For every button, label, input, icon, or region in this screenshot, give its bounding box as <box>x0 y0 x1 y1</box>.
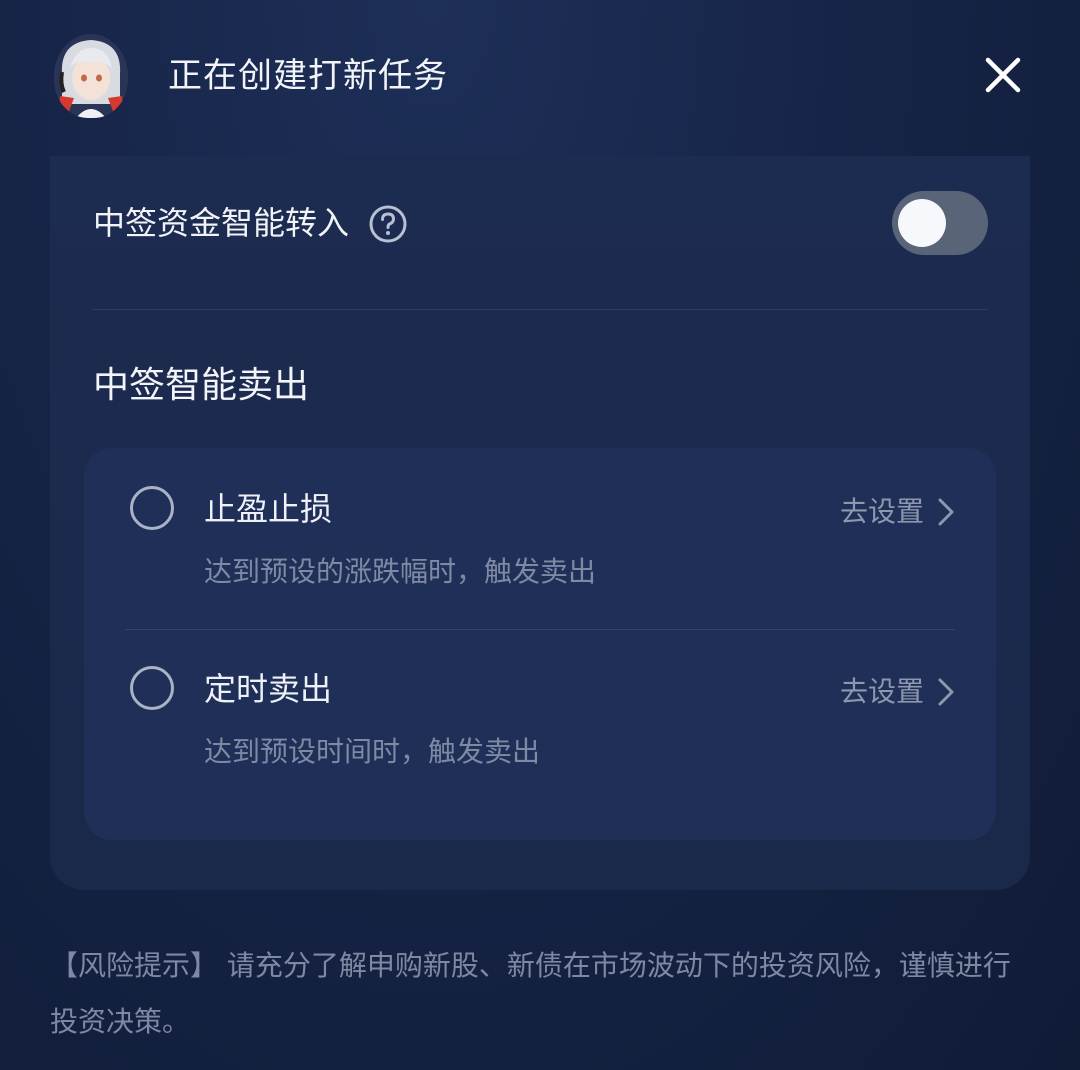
chevron-right-icon <box>938 498 954 526</box>
close-button[interactable] <box>978 50 1028 100</box>
radio-button[interactable] <box>130 666 174 710</box>
option-take-profit-stop-loss[interactable]: 止盈止损 达到预设的涨跌幅时，触发卖出 去设置 <box>84 448 996 628</box>
close-icon <box>985 57 1021 93</box>
auto-transfer-toggle[interactable] <box>892 191 988 255</box>
toggle-knob <box>898 199 946 247</box>
question-circle-icon[interactable] <box>368 204 408 244</box>
chevron-right-icon <box>938 678 954 706</box>
divider <box>92 309 988 310</box>
option-description: 达到预设时间时，触发卖出 <box>204 735 541 768</box>
radio-button[interactable] <box>130 486 174 530</box>
go-settings-link[interactable]: 去设置 <box>840 672 924 712</box>
risk-notice: 【风险提示】 请充分了解申购新股、新债在市场波动下的投资风险，谨慎进行投资决策。 <box>50 949 1011 1038</box>
option-timed-sell[interactable]: 定时卖出 达到预设时间时，触发卖出 去设置 <box>84 630 996 810</box>
dialog-header: 正在创建打新任务 <box>0 0 1080 150</box>
option-title: 止盈止损 <box>204 490 333 528</box>
option-description: 达到预设的涨跌幅时，触发卖出 <box>204 555 597 588</box>
go-settings-link[interactable]: 去设置 <box>840 492 924 532</box>
assistant-avatar <box>54 34 128 118</box>
page-title: 正在创建打新任务 <box>168 56 448 96</box>
sell-options-card: 止盈止损 达到预设的涨跌幅时，触发卖出 去设置 定时卖出 达到预设时间时，触发卖… <box>84 448 996 840</box>
option-title: 定时卖出 <box>204 670 333 708</box>
auto-transfer-label: 中签资金智能转入 <box>93 204 350 242</box>
smart-sell-title: 中签智能卖出 <box>93 365 310 406</box>
assistant-avatar-icon <box>54 34 128 118</box>
